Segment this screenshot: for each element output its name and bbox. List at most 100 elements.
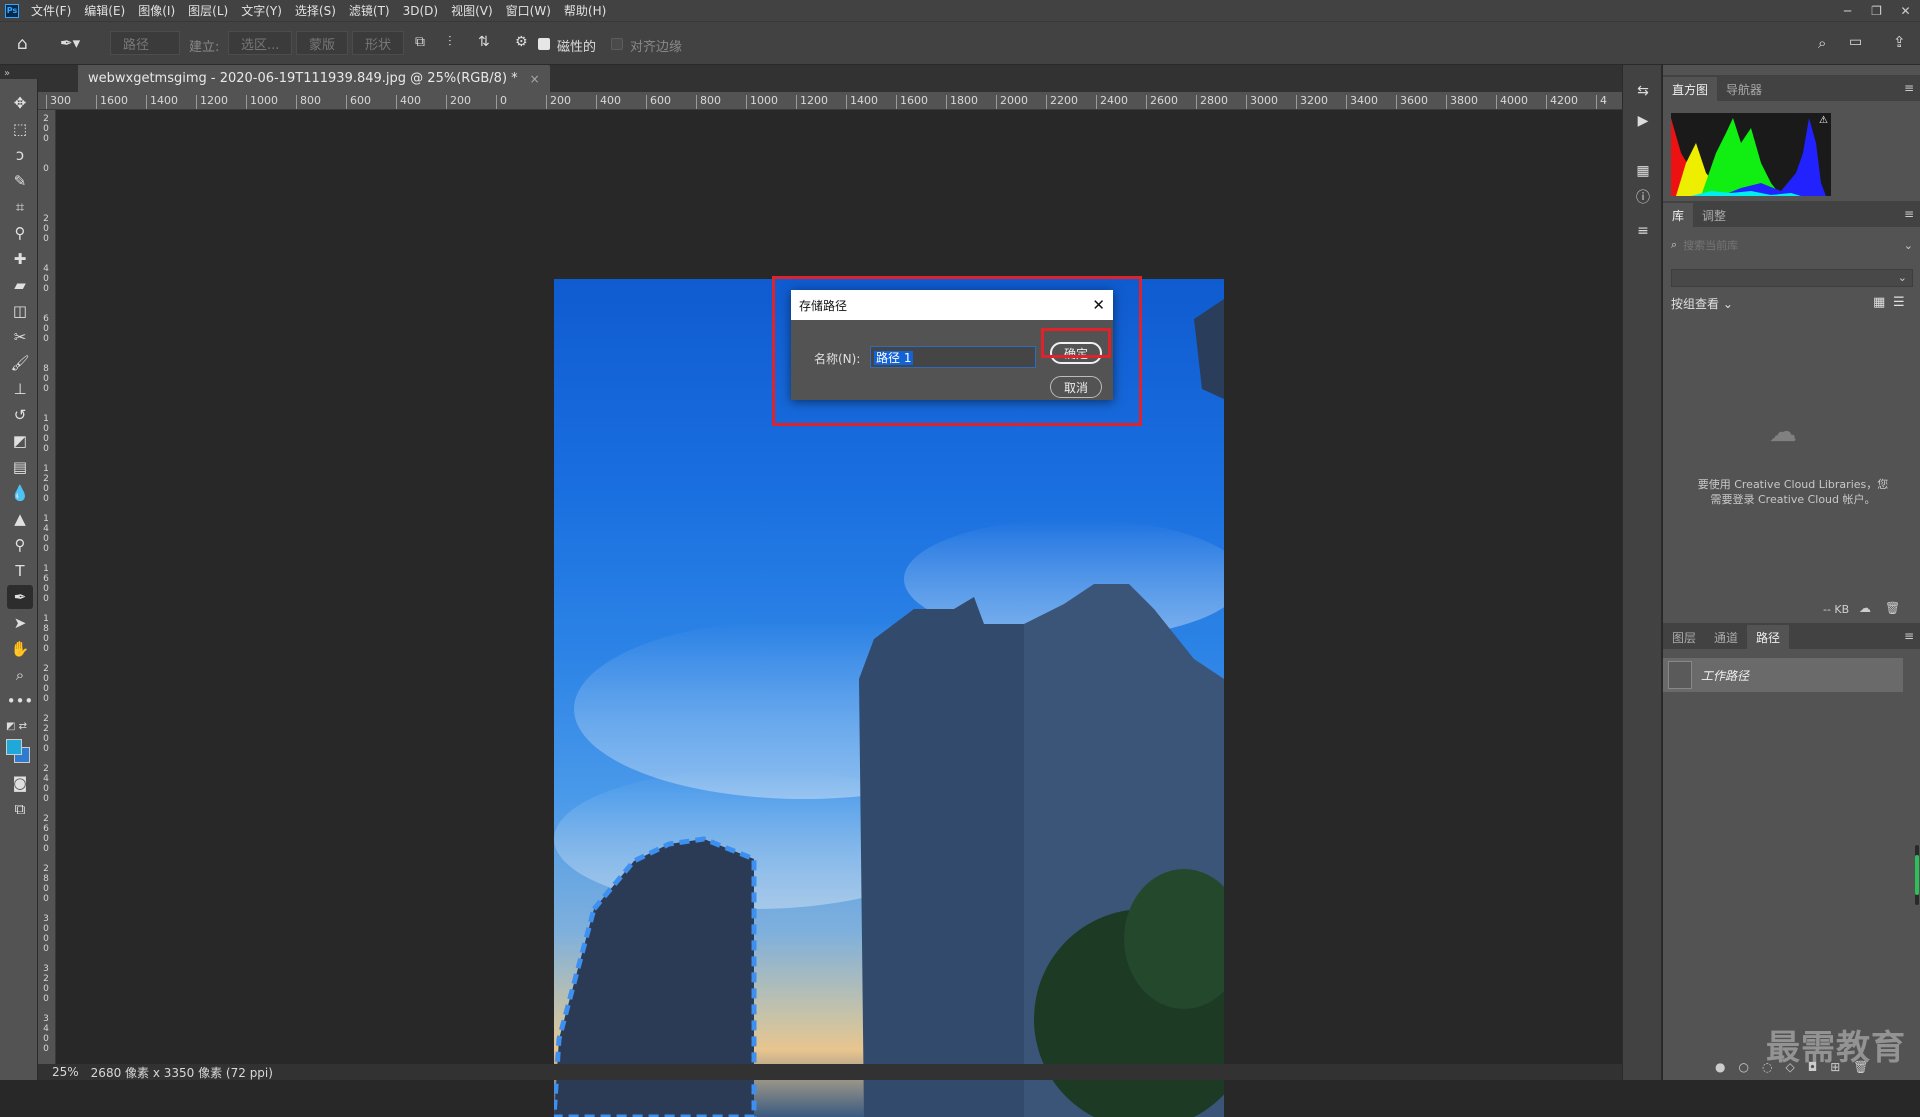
panel-menu-icon[interactable]: ≡ (1904, 629, 1914, 643)
freeform-pen-icon[interactable]: ✒▾ (60, 34, 80, 52)
list-view-icon[interactable]: ☰ (1893, 295, 1905, 310)
menu-help[interactable]: 帮助(H) (564, 2, 606, 19)
menu-3d[interactable]: 3D(D) (403, 4, 438, 18)
hand-tool-icon[interactable]: ✋ (7, 637, 33, 661)
view-by-group-dropdown[interactable]: 按组查看 ⌄ (1671, 295, 1733, 312)
tab-adjustments[interactable]: 调整 (1693, 203, 1735, 227)
gradient-tool-icon[interactable]: ▤ (7, 455, 33, 479)
properties-icon[interactable]: ▦ (1633, 161, 1653, 181)
glyphs-icon[interactable]: ≡ (1633, 221, 1653, 241)
toolbar-collapse[interactable]: » (0, 65, 38, 79)
path-thumbnail (1668, 661, 1692, 689)
fill-path-icon[interactable]: ● (1715, 1060, 1725, 1074)
make-shape-button[interactable]: 形状 (352, 31, 405, 55)
ruler-tick-label: 800 (296, 95, 321, 109)
pen-tool-icon[interactable]: ✒ (7, 585, 33, 609)
share-icon[interactable]: ⇪ (1893, 33, 1906, 51)
panel-menu-icon[interactable]: ≡ (1904, 81, 1914, 95)
screen-mode-icon[interactable]: ⧉ (7, 797, 33, 821)
marquee-tool-icon[interactable]: ⬚ (7, 117, 33, 141)
menu-edit[interactable]: 编辑(E) (84, 2, 125, 19)
document-tab[interactable]: webwxgetmsgimg - 2020-06-19T111939.849.j… (78, 65, 550, 92)
menu-select[interactable]: 选择(S) (295, 2, 336, 19)
warning-icon[interactable]: ⚠ (1819, 115, 1828, 126)
library-select[interactable]: ⌄ (1671, 269, 1913, 287)
menu-view[interactable]: 视图(V) (451, 2, 493, 19)
crop-tool-icon[interactable]: ⌗ (7, 195, 33, 219)
frame-tool-icon[interactable]: ◫ (7, 299, 33, 323)
ruler-tick-label: 400 (43, 264, 49, 294)
path-alignment-icon[interactable]: ⫶ (448, 34, 452, 50)
make-selection-button[interactable]: 选区... (228, 31, 293, 55)
actions-icon[interactable]: ▶ (1633, 111, 1653, 131)
tab-navigator[interactable]: 导航器 (1717, 77, 1771, 101)
minimize-icon[interactable]: ─ (1833, 0, 1862, 21)
chevron-down-icon[interactable]: ⌄ (1904, 239, 1913, 252)
content-aware-move-icon[interactable]: ✂ (7, 325, 33, 349)
path-selection-tool-icon[interactable]: ➤ (7, 611, 33, 635)
move-tool-icon[interactable]: ✥ (7, 91, 33, 115)
healing-brush-tool-icon[interactable]: ✚ (7, 247, 33, 271)
path-row-work-path[interactable]: 工作路径 (1663, 658, 1903, 692)
canvas-area[interactable] (57, 111, 1605, 1117)
align-edges-checkbox[interactable] (611, 38, 623, 50)
bandage-tool-icon[interactable]: ▰ (7, 273, 33, 297)
clone-stamp-tool-icon[interactable]: ⊥ (7, 377, 33, 401)
horizontal-ruler[interactable]: 300 1600 1400 1200 1000 800 600 400 200 0 200 400 60… (38, 92, 1622, 110)
lasso-tool-icon[interactable]: ↄ (7, 143, 33, 167)
dodge-tool-icon[interactable]: ⚲ (7, 533, 33, 557)
panel-menu-icon[interactable]: ≡ (1904, 207, 1914, 221)
library-search-input[interactable] (1683, 238, 1884, 252)
zoom-level[interactable]: 25% (52, 1065, 79, 1079)
path-name-input[interactable]: 路径 1 (870, 346, 1036, 368)
default-colors-icon[interactable]: ◩ ⇄ (6, 721, 27, 732)
menu-file[interactable]: 文件(F) (31, 2, 71, 19)
vertical-ruler[interactable]: 200 0 200 400 600 800 1000 1200 1400 1600 1800 2000… (38, 110, 56, 1064)
sharpen-tool-icon[interactable]: ▲ (7, 507, 33, 531)
path-arrangement-icon[interactable]: ⇅ (478, 34, 490, 50)
stroke-path-icon[interactable]: ○ (1738, 1060, 1748, 1074)
library-search[interactable]: ⌕ ⌄ (1671, 235, 1913, 255)
cancel-button[interactable]: 取消 (1050, 376, 1102, 398)
history-icon[interactable]: ⇆ (1633, 81, 1653, 101)
history-brush-tool-icon[interactable]: ↺ (7, 403, 33, 427)
zoom-tool-icon[interactable]: ⌕ (7, 663, 33, 687)
blur-tool-icon[interactable]: 💧 (7, 481, 33, 505)
magnetic-checkbox[interactable] (538, 38, 550, 50)
workspace-icon[interactable]: ▭ (1849, 34, 1862, 50)
eraser-tool-icon[interactable]: ◩ (7, 429, 33, 453)
quick-selection-tool-icon[interactable]: ✎ (7, 169, 33, 193)
close-icon[interactable]: ✕ (1891, 0, 1920, 21)
close-document-icon[interactable]: × (530, 72, 540, 86)
make-mask-button[interactable]: 蒙版 (296, 31, 349, 55)
foreground-color-swatch[interactable] (6, 739, 22, 755)
tool-mode-select[interactable]: 路径 (110, 31, 180, 55)
more-tools-icon[interactable]: ••• (7, 689, 34, 713)
tab-histogram[interactable]: 直方图 (1663, 77, 1718, 101)
info-icon[interactable]: ⓘ (1633, 187, 1653, 207)
type-tool-icon[interactable]: T (7, 559, 33, 583)
restore-icon[interactable]: ❐ (1862, 0, 1891, 21)
gear-icon[interactable]: ⚙ (515, 34, 528, 50)
menu-window[interactable]: 窗口(W) (506, 2, 551, 19)
eyedropper-tool-icon[interactable]: ⚲ (7, 221, 33, 245)
quick-mask-icon[interactable]: ◙ (7, 771, 33, 795)
menu-type[interactable]: 文字(Y) (241, 2, 282, 19)
scrollbar[interactable] (1915, 845, 1919, 905)
tab-channels[interactable]: 通道 (1705, 625, 1747, 649)
brush-tool-icon[interactable]: 🖌 (7, 351, 33, 375)
menu-filter[interactable]: 滤镜(T) (349, 2, 390, 19)
tab-libraries[interactable]: 库 (1663, 203, 1694, 227)
menu-layer[interactable]: 图层(L) (188, 2, 228, 19)
cloud-sync-icon[interactable]: ☁ (1859, 601, 1871, 615)
grid-view-icon[interactable]: ▦ (1873, 295, 1885, 310)
tab-paths[interactable]: 路径 (1747, 625, 1790, 649)
close-icon[interactable]: ✕ (1092, 296, 1105, 314)
home-icon[interactable]: ⌂ (17, 34, 28, 54)
dialog-title-bar: 存储路径 ✕ (791, 290, 1113, 320)
tab-layers[interactable]: 图层 (1663, 625, 1705, 649)
menu-image[interactable]: 图像(I) (138, 2, 175, 19)
path-operations-icon[interactable]: ⧉ (415, 34, 425, 50)
search-icon[interactable]: ⌕ (1818, 34, 1826, 52)
trash-icon[interactable]: 🗑 (1885, 601, 1900, 615)
